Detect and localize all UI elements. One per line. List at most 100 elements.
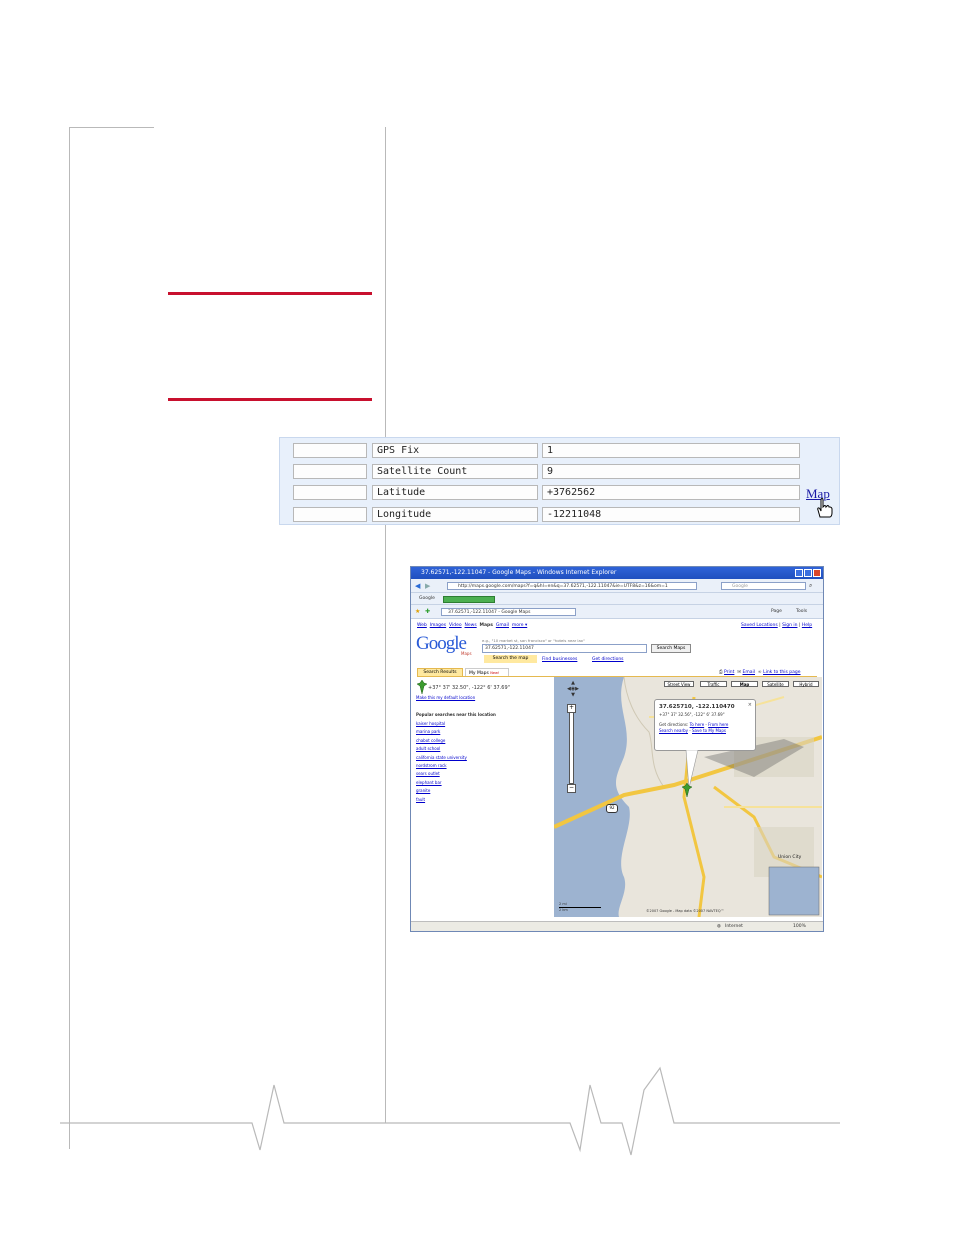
google-map[interactable]: ▲ ◀◉▶ ▼ + − Street View Traffic Map Satell…: [554, 677, 822, 917]
popular-item[interactable]: marina park: [416, 728, 467, 736]
info-window-coords: +37° 37' 32.56", -122° 6' 37.69": [659, 712, 725, 717]
latitude-label: Latitude: [372, 485, 538, 500]
popular-item[interactable]: california state university: [416, 754, 467, 762]
map-scale-mi: 2 mi: [559, 902, 567, 906]
popular-item[interactable]: adult school: [416, 745, 467, 753]
search-nearby-link[interactable]: Search nearby: [659, 728, 688, 733]
gps-row-spacer: [293, 507, 367, 522]
link-to-page[interactable]: Link to this page: [763, 670, 800, 675]
gps-row-spacer: [293, 485, 367, 500]
popular-item[interactable]: chabot college: [416, 737, 467, 745]
close-button[interactable]: [813, 569, 821, 577]
address-bar-row: ◀ ▶ http://maps.google.com/maps?f=q&hl=e…: [411, 579, 823, 593]
nav-video[interactable]: Video: [449, 623, 462, 628]
nav-more[interactable]: more ▾: [512, 623, 527, 628]
green-marker-icon: [417, 680, 427, 694]
toolbar-tools[interactable]: Tools: [796, 609, 807, 614]
route-92-label: 92: [609, 805, 615, 810]
gps-fix-label: GPS Fix: [372, 443, 538, 458]
find-businesses-tab[interactable]: Find businesses: [542, 657, 577, 662]
route-shield-92: 92: [606, 804, 618, 813]
map-type-satellite[interactable]: Satellite: [762, 681, 789, 687]
browser-search-icon[interactable]: ⌕: [809, 582, 812, 590]
address-input[interactable]: http://maps.google.com/maps?f=q&hl=en&q=…: [447, 582, 697, 590]
popular-heading: Popular searches near this location: [416, 712, 496, 717]
latitude-value: +3762562: [542, 485, 800, 500]
info-window: 37.625710, -122.110470 +37° 37' 32.56", …: [654, 699, 756, 751]
zoom-level[interactable]: 100%: [793, 922, 806, 931]
popular-item[interactable]: kaiser hospital: [416, 720, 467, 728]
nav-gmail[interactable]: Gmail: [496, 623, 509, 628]
my-maps-new-badge: New!: [490, 671, 500, 675]
location-marker-icon: [682, 783, 692, 797]
google-logo-sub: Maps: [461, 651, 472, 656]
user-links: Saved Locations | Sign in | Help: [741, 623, 813, 628]
popular-item[interactable]: nordstrom rack: [416, 762, 467, 770]
print-link[interactable]: Print: [724, 670, 734, 675]
google-logo[interactable]: Google: [416, 633, 467, 655]
popular-item[interactable]: fault: [416, 796, 467, 804]
directions-label: Get directions:: [659, 722, 689, 727]
zoom-slider[interactable]: [569, 712, 574, 784]
nav-web[interactable]: Web: [417, 623, 427, 628]
footer-heartbeat-line: [60, 1066, 840, 1156]
browser-search-input[interactable]: Google: [721, 582, 806, 590]
longitude-label: Longitude: [372, 507, 538, 522]
toolbar-page[interactable]: Page: [771, 609, 782, 614]
tab-row: ★ ✚ 37.62571,-122.11047 - Google Maps Pa…: [411, 605, 823, 619]
popular-item[interactable]: granite: [416, 787, 467, 795]
forward-icon[interactable]: ▶: [425, 582, 430, 590]
back-icon[interactable]: ◀: [415, 582, 420, 590]
red-rule-bottom: [168, 398, 372, 401]
map-type-map[interactable]: Map: [731, 681, 758, 687]
favorites-star-icon[interactable]: ★: [415, 608, 420, 615]
browser-title-bar: 37.62571,-122.11047 - Google Maps - Wind…: [411, 567, 823, 579]
info-window-close-icon[interactable]: ×: [748, 702, 752, 708]
nav-maps[interactable]: Maps: [480, 623, 493, 628]
popular-item[interactable]: sears outlet: [416, 770, 467, 778]
map-scale-km: 2 km: [559, 908, 568, 912]
red-rule-top: [168, 292, 372, 295]
get-directions-tab[interactable]: Get directions: [592, 657, 624, 662]
saved-locations-link[interactable]: Saved Locations: [741, 623, 778, 628]
map-type-hybrid[interactable]: Hybrid: [793, 681, 819, 687]
google-nav-links: Web Images Video News Maps Gmail more ▾: [417, 623, 527, 628]
search-the-map-tab[interactable]: Search the map: [484, 655, 537, 663]
pan-control[interactable]: ▲ ◀◉▶ ▼: [564, 680, 582, 698]
make-default-link[interactable]: Make this my default location: [416, 695, 475, 700]
toolbar-green-button[interactable]: [443, 596, 495, 603]
browser-status-bar: ◍ Internet 100%: [411, 921, 823, 931]
satellite-count-value: 9: [542, 464, 800, 479]
minimize-button[interactable]: [795, 569, 803, 577]
help-link[interactable]: Help: [802, 623, 812, 628]
zoom-out-button[interactable]: −: [567, 784, 576, 793]
map-type-traffic[interactable]: Traffic: [700, 681, 727, 687]
nav-news[interactable]: News: [465, 623, 477, 628]
nav-images[interactable]: Images: [430, 623, 446, 628]
popular-item[interactable]: elephant bar: [416, 779, 467, 787]
sign-in-link[interactable]: Sign in: [782, 623, 797, 628]
to-here-link[interactable]: To here: [690, 722, 705, 727]
links-google[interactable]: Google: [419, 596, 435, 601]
search-maps-button[interactable]: Search Maps: [651, 644, 691, 653]
browser-title: 37.62571,-122.11047 - Google Maps - Wind…: [421, 569, 617, 576]
from-here-link[interactable]: From here: [708, 722, 728, 727]
maximize-button[interactable]: [804, 569, 812, 577]
popular-list: kaiser hospital marina park chabot colle…: [416, 720, 467, 804]
gps-row-spacer: [293, 443, 367, 458]
email-icon: ✉: [737, 670, 742, 675]
left-margin-line: [69, 127, 70, 1149]
browser-tab[interactable]: 37.62571,-122.11047 - Google Maps: [441, 608, 576, 616]
add-favorite-icon[interactable]: ✚: [425, 608, 430, 615]
hand-cursor-icon: [817, 498, 833, 518]
email-link[interactable]: Email: [743, 670, 756, 675]
maps-search-input[interactable]: 37.62571,-122.11047: [482, 644, 647, 653]
browser-window: 37.62571,-122.11047 - Google Maps - Wind…: [410, 566, 824, 932]
link-icon: ∞: [757, 670, 762, 675]
info-window-directions: Get directions: To here - From here: [659, 722, 729, 727]
save-to-my-maps-link[interactable]: Save to My Maps: [692, 728, 726, 733]
result-coordinates: +37° 37' 32.50", -122° 6' 37.69": [428, 685, 510, 691]
gps-fix-value: 1: [542, 443, 800, 458]
page-actions: ⎙ Print ✉ Email ∞ Link to this page: [719, 669, 801, 675]
map-type-street-view[interactable]: Street View: [664, 681, 694, 687]
